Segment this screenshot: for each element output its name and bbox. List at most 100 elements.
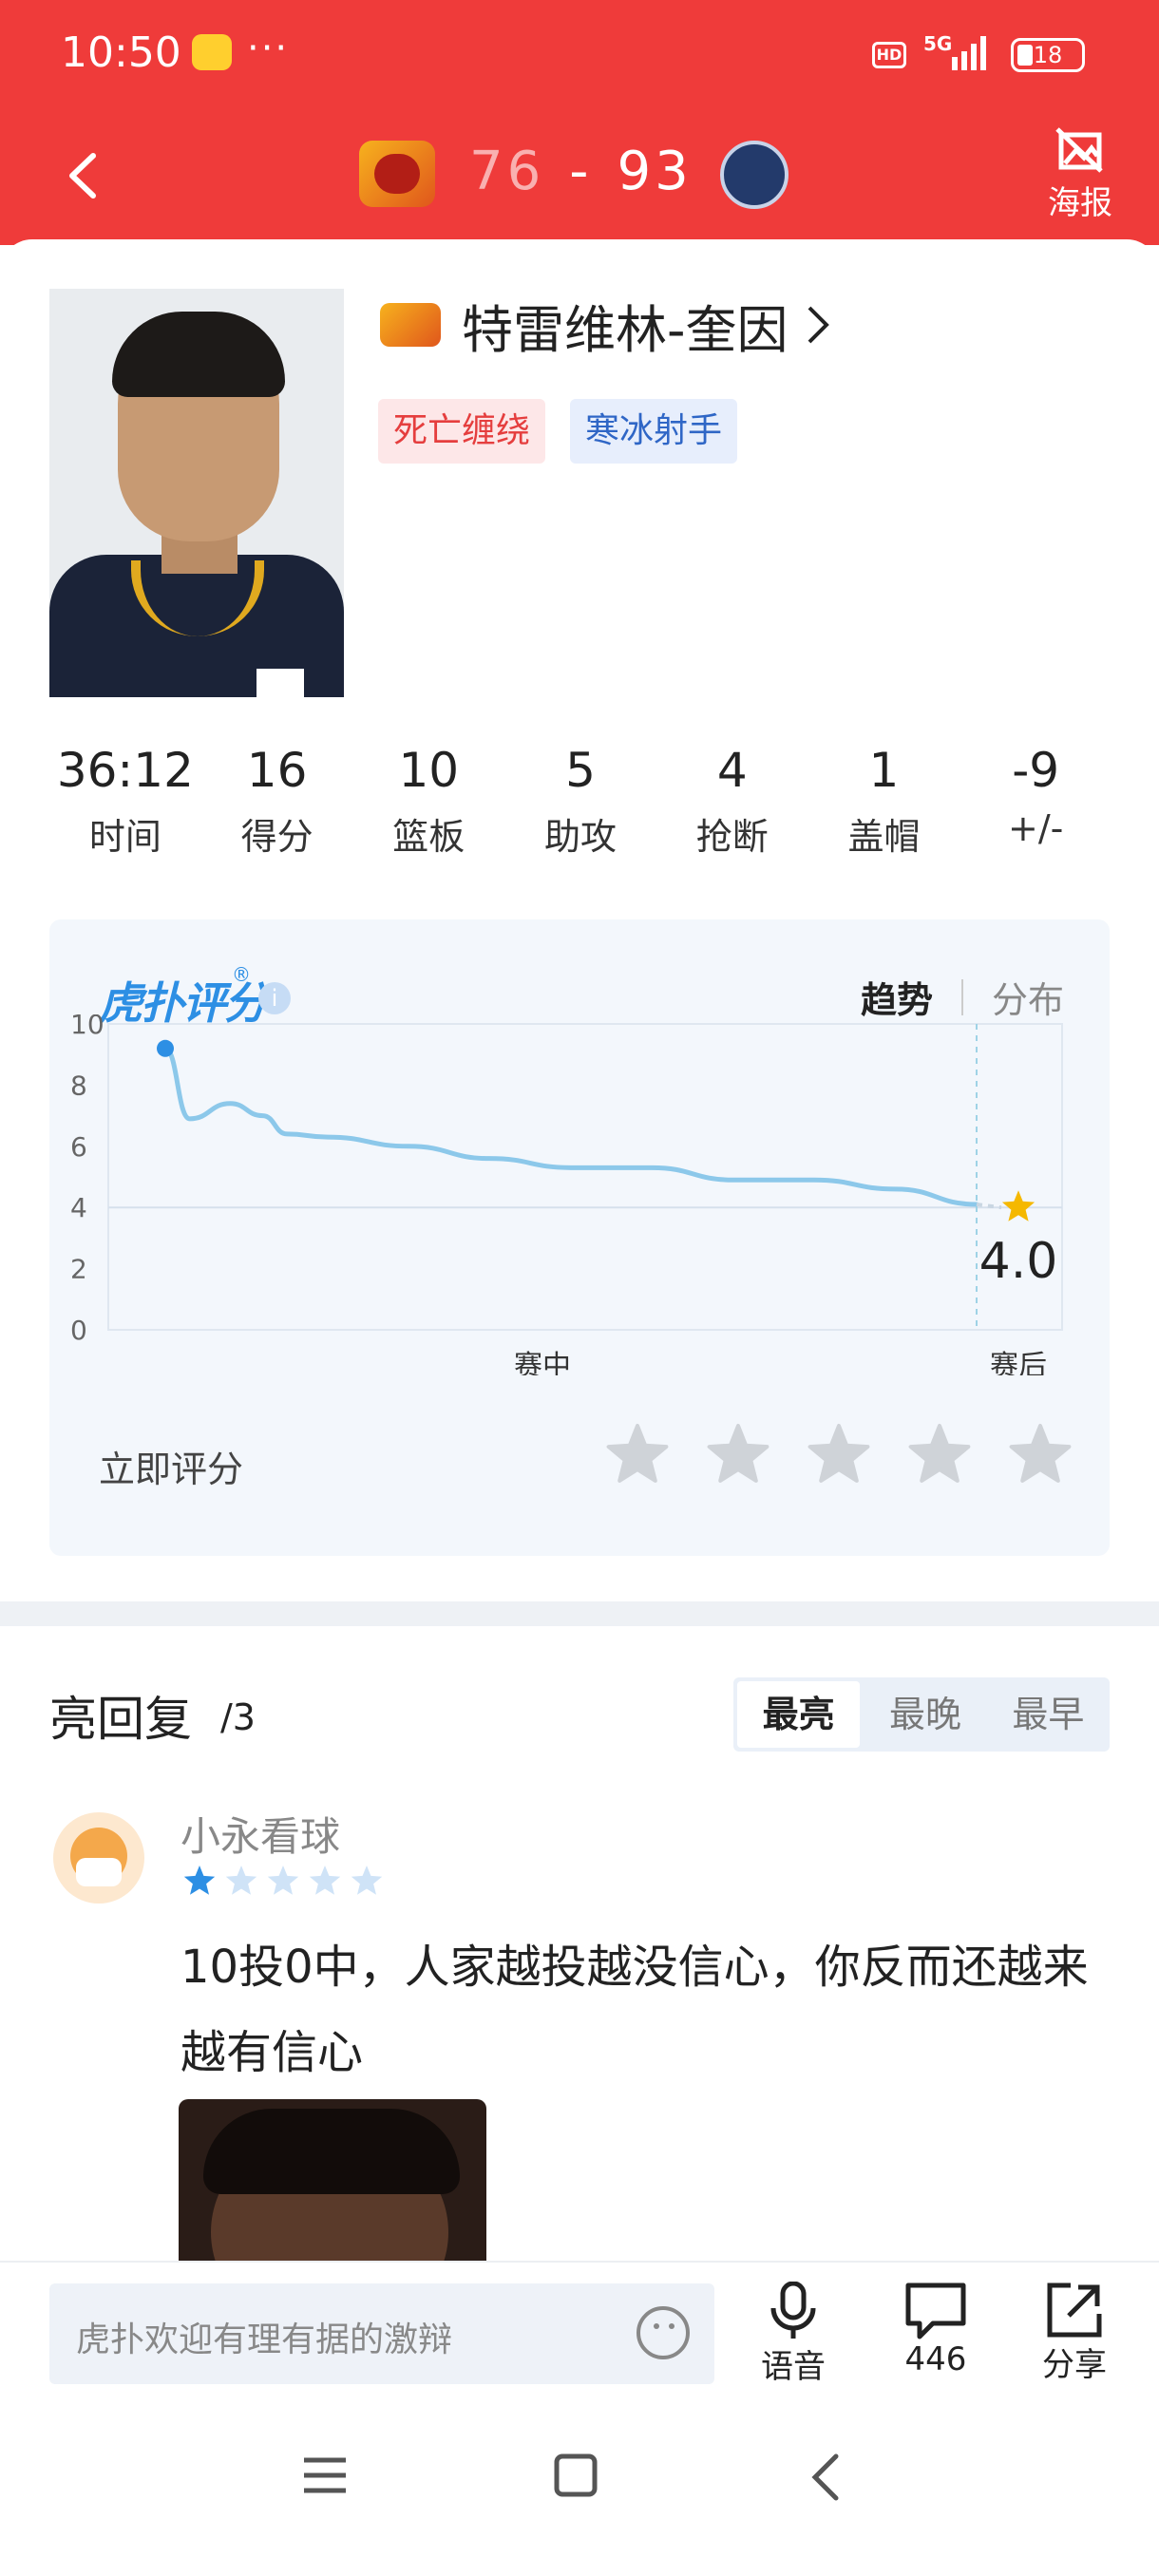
status-bar: 10:50 ··· HD 5G 18: [0, 0, 1159, 112]
stat-value: -9: [1012, 743, 1060, 798]
player-photo: [49, 289, 344, 697]
y-tick-label: 4: [70, 1192, 87, 1223]
comment-placeholder: 虎扑欢迎有理有据的激辩: [76, 2320, 453, 2359]
home-score: 76: [469, 141, 545, 202]
menu-icon[interactable]: [300, 2453, 350, 2498]
stat-value: 1: [868, 743, 900, 798]
y-tick-label: 2: [70, 1254, 87, 1285]
stats-row: 36:12 时间 16 得分 10 篮板 5 助攻 4 抢断 1 盖帽 -9 +/-: [49, 743, 1112, 860]
rating-series-line: [162, 1046, 979, 1207]
replies-sort: 最亮 最晚 最早: [733, 1677, 1110, 1752]
home-team-logo[interactable]: [359, 141, 435, 207]
stat-value: 4: [716, 743, 748, 798]
sort-earliest[interactable]: 最早: [987, 1677, 1110, 1752]
game-header: 76-93 海报: [0, 112, 1159, 245]
reply-text[interactable]: 10投0中，人家越投越没信心，你反而还越来越有信心: [180, 1924, 1121, 2095]
home-square-icon[interactable]: [553, 2453, 598, 2498]
star-icon: [225, 1866, 257, 1895]
rating-trend-chart: 10 8 6 4 2 0 赛中 赛后 4.0: [70, 1014, 1063, 1375]
stat-value: 16: [246, 743, 308, 798]
start-point: [157, 1039, 174, 1057]
microphone-icon: [770, 2282, 816, 2339]
stat-value: 5: [565, 743, 596, 798]
rate-now-label: 立即评分: [99, 1449, 244, 1490]
stat-label: 时间: [88, 816, 162, 858]
final-rating-star: [1001, 1190, 1036, 1222]
star-icon: [267, 1866, 299, 1895]
comment-icon: [905, 2282, 966, 2339]
star-icon: [183, 1866, 216, 1895]
reply-username[interactable]: 小永看球: [180, 1805, 340, 1863]
player-tags: 死亡缠绕 寒冰射手: [378, 399, 738, 464]
info-icon[interactable]: i: [258, 982, 291, 1014]
star-icon: [351, 1866, 383, 1895]
share-label: 分享: [1042, 2346, 1107, 2384]
away-score: 93: [617, 141, 693, 202]
stat-minutes: 36:12 时间: [49, 743, 201, 860]
registered-mark: ®: [232, 963, 251, 986]
emoji-icon[interactable]: [636, 2306, 690, 2359]
player-name-link[interactable]: 特雷维林-奎因: [380, 296, 832, 360]
stat-assists: 5 助攻: [504, 743, 656, 860]
y-tick-label: 8: [70, 1070, 87, 1101]
rating-panel: 虎扑评分 ® i 趋势 分布 10 8 6 4 2 0 赛中 赛后 4.0 立即评分: [49, 919, 1110, 1556]
star-icon[interactable]: [606, 1423, 669, 1486]
stat-value: 36:12: [56, 743, 194, 798]
sort-latest[interactable]: 最晚: [864, 1677, 986, 1752]
back-nav-icon[interactable]: [809, 2453, 842, 2502]
stat-blocks: 1 盖帽: [808, 743, 960, 860]
stat-value: 10: [398, 743, 460, 798]
stat-label: 助攻: [544, 816, 618, 858]
reply-rating-stars: [182, 1864, 384, 1898]
stat-label: 得分: [240, 816, 314, 858]
away-team-logo[interactable]: [720, 141, 788, 209]
star-icon: [309, 1866, 341, 1895]
poster-button[interactable]: 海报: [1037, 125, 1123, 223]
stat-rebounds: 10 篮板: [352, 743, 504, 860]
battery-icon: 18: [1011, 38, 1085, 72]
status-more: ···: [247, 27, 290, 70]
replies-count: /3: [220, 1696, 256, 1738]
voice-button[interactable]: 语音: [741, 2282, 846, 2387]
share-button[interactable]: 分享: [1022, 2282, 1127, 2385]
comment-input[interactable]: 虎扑欢迎有理有据的激辩: [49, 2283, 714, 2384]
stat-steals: 4 抢断: [656, 743, 808, 860]
tag-ice-shooter[interactable]: 寒冰射手: [570, 399, 738, 464]
tag-death-wrap[interactable]: 死亡缠绕: [378, 399, 546, 464]
avatar[interactable]: [53, 1812, 144, 1904]
player-card: 特雷维林-奎因 死亡缠绕 寒冰射手 36:12 时间 16 得分 10 篮板 5 助攻 …: [0, 239, 1159, 1600]
voice-label: 语音: [761, 2348, 826, 2386]
star-icon[interactable]: [908, 1423, 971, 1486]
rate-stars: [606, 1423, 1072, 1486]
y-tick-label: 6: [70, 1131, 87, 1163]
hd-badge: HD: [872, 42, 906, 68]
share-icon: [1047, 2282, 1102, 2338]
star-icon[interactable]: [1009, 1423, 1072, 1486]
stat-label: 盖帽: [847, 816, 921, 858]
x-tick-label: 赛后: [990, 1350, 1047, 1375]
stat-label: 抢断: [695, 816, 769, 858]
system-nav-bar: [0, 2403, 1159, 2576]
stat-label: +/-: [1007, 807, 1064, 849]
star-icon[interactable]: [808, 1423, 870, 1486]
comment-count: 446: [904, 2340, 967, 2378]
star-icon[interactable]: [707, 1423, 770, 1486]
comment-bar: 虎扑欢迎有理有据的激辩 语音 446 分享: [0, 2261, 1159, 2403]
y-tick-label: 0: [70, 1315, 87, 1346]
score-separator: -: [569, 141, 593, 202]
back-arrow-icon[interactable]: [57, 142, 104, 209]
x-tick-label: 赛中: [514, 1350, 571, 1375]
team-mini-logo: [380, 303, 441, 347]
scoreboard: 76-93: [469, 141, 693, 202]
chart-frame: [107, 1023, 1063, 1331]
comments-button[interactable]: 446: [884, 2282, 988, 2378]
final-rating-value: 4.0: [979, 1233, 1058, 1290]
chevron-right-icon: [808, 306, 829, 344]
sort-brightest[interactable]: 最亮: [737, 1681, 861, 1748]
y-tick-label: 10: [70, 1014, 104, 1040]
replies-title: 亮回复: [49, 1692, 192, 1747]
reply-image[interactable]: [179, 2099, 486, 2261]
poster-label: 海报: [1048, 184, 1112, 222]
stat-label: 篮板: [392, 816, 466, 858]
status-time: 10:50: [61, 28, 181, 77]
